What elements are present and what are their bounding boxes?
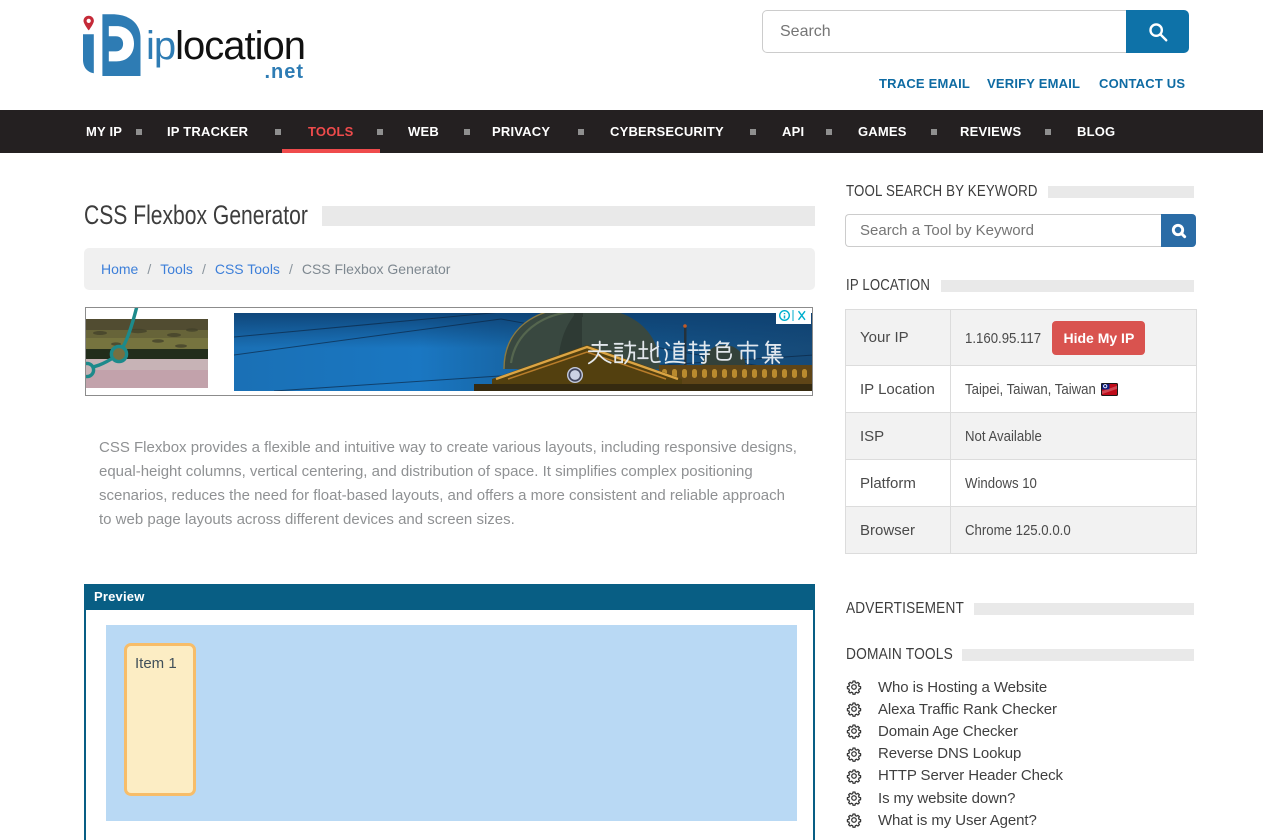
svg-text:.net: .net — [264, 61, 304, 80]
